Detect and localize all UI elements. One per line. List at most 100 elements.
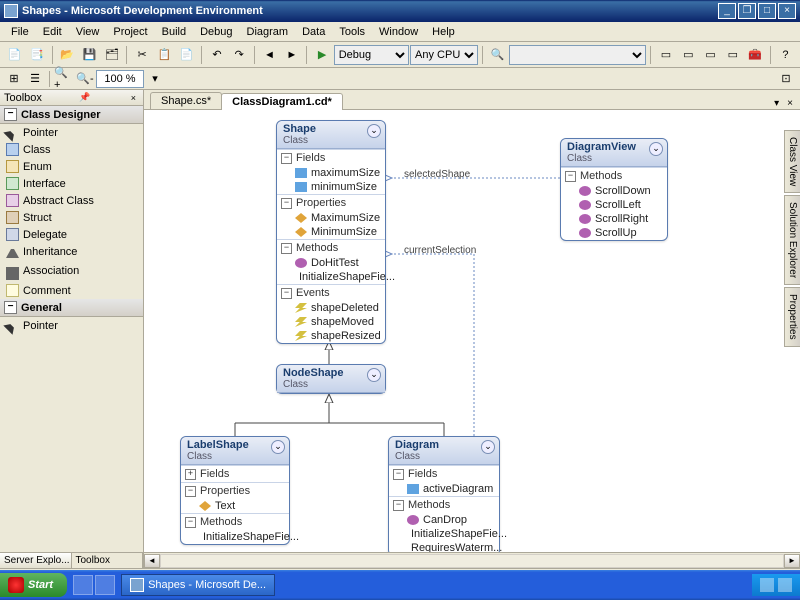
toolbox-cat-general[interactable]: General: [0, 299, 143, 317]
tab-shape-cs[interactable]: Shape.cs*: [150, 92, 222, 109]
system-tray[interactable]: [752, 574, 800, 596]
tab-classdiagram[interactable]: ClassDiagram1.cd*: [221, 93, 343, 110]
zoom-in-button[interactable]: 🔍+: [54, 69, 74, 89]
member-initializeshapefie-[interactable]: InitializeShapeFie...: [277, 270, 385, 284]
section-methods[interactable]: Methods: [389, 497, 499, 513]
h-scrollbar[interactable]: ◄ ►: [144, 552, 800, 568]
toolbox-item-class[interactable]: Class: [0, 141, 143, 158]
zoom-out-button[interactable]: 🔍-: [75, 69, 95, 89]
minimize-button[interactable]: _: [718, 3, 736, 19]
member-minimumsize[interactable]: minimumSize: [277, 180, 385, 194]
member-text[interactable]: Text: [181, 499, 289, 513]
member-shaperesized[interactable]: shapeResized: [277, 329, 385, 343]
toolbox-item-pointer[interactable]: Pointer: [0, 124, 143, 141]
member-maximumsize[interactable]: maximumSize: [277, 166, 385, 180]
menu-diagram[interactable]: Diagram: [240, 24, 296, 40]
section-methods[interactable]: Methods: [561, 168, 667, 184]
member-maximumsize[interactable]: MaximumSize: [277, 211, 385, 225]
toolbox-item-inheritance[interactable]: Inheritance: [0, 243, 143, 260]
menu-help[interactable]: Help: [425, 24, 462, 40]
menu-window[interactable]: Window: [372, 24, 425, 40]
menu-tools[interactable]: Tools: [332, 24, 372, 40]
quicklaunch-2[interactable]: [95, 575, 115, 595]
window4-button[interactable]: ▭: [722, 44, 743, 66]
tray-icon-2[interactable]: [778, 578, 792, 592]
tab-class-view[interactable]: Class View: [784, 130, 800, 193]
navigate-fwd-button[interactable]: ►: [281, 44, 302, 66]
toolbox-item-association[interactable]: Association: [0, 260, 143, 282]
member-scrolldown[interactable]: ScrollDown: [561, 184, 667, 198]
restore-button[interactable]: ❐: [738, 3, 756, 19]
tab-solution-explorer[interactable]: Solution Explorer: [784, 195, 800, 285]
window2-button[interactable]: ▭: [678, 44, 699, 66]
tab-server-explorer[interactable]: Server Explo...: [0, 553, 72, 568]
window1-button[interactable]: ▭: [655, 44, 676, 66]
tab-close-button[interactable]: ×: [784, 98, 796, 109]
toolbox-button[interactable]: 🧰: [745, 44, 766, 66]
member-scrollup[interactable]: ScrollUp: [561, 226, 667, 240]
open-button[interactable]: 📂: [57, 44, 78, 66]
start-button[interactable]: Start: [0, 573, 67, 597]
tray-icon-1[interactable]: [760, 578, 774, 592]
redo-button[interactable]: ↷: [229, 44, 250, 66]
member-scrollleft[interactable]: ScrollLeft: [561, 198, 667, 212]
menu-edit[interactable]: Edit: [36, 24, 69, 40]
section-properties[interactable]: Properties: [181, 483, 289, 499]
member-activediagram[interactable]: activeDiagram: [389, 482, 499, 496]
add-item-button[interactable]: 📑: [26, 44, 47, 66]
class-diagramview[interactable]: DiagramViewClass⌄MethodsScrollDownScroll…: [560, 138, 668, 241]
menu-build[interactable]: Build: [155, 24, 193, 40]
class-diagram[interactable]: DiagramClass⌄FieldsactiveDiagramMethodsC…: [388, 436, 500, 552]
menu-view[interactable]: View: [69, 24, 107, 40]
class-shape[interactable]: ShapeClass⌄FieldsmaximumSizeminimumSizeP…: [276, 120, 386, 344]
start-debug-button[interactable]: ▶: [311, 44, 332, 66]
toolbox-item-pointer[interactable]: Pointer: [0, 317, 143, 334]
member-shapedeleted[interactable]: shapeDeleted: [277, 301, 385, 315]
member-requireswaterm-[interactable]: RequiresWaterm...: [389, 541, 499, 552]
maximize-button[interactable]: □: [758, 3, 776, 19]
section-events[interactable]: Events: [277, 285, 385, 301]
member-initializeshapefie-[interactable]: InitializeShapeFie...: [389, 527, 499, 541]
paste-button[interactable]: 📄: [176, 44, 197, 66]
member-minimumsize[interactable]: MinimumSize: [277, 225, 385, 239]
rollup-icon[interactable]: ⌄: [271, 440, 285, 454]
toolbox-close-button[interactable]: ×: [128, 93, 139, 103]
tab-dropdown-button[interactable]: ▾: [771, 98, 782, 109]
window3-button[interactable]: ▭: [700, 44, 721, 66]
find-button[interactable]: 🔍: [487, 44, 508, 66]
config-select[interactable]: Debug: [334, 45, 409, 65]
cut-button[interactable]: ✂: [131, 44, 152, 66]
section-properties[interactable]: Properties: [277, 195, 385, 211]
close-button[interactable]: ×: [778, 3, 796, 19]
tab-properties[interactable]: Properties: [784, 287, 800, 347]
toolbox-cat-class-designer[interactable]: Class Designer: [0, 106, 143, 124]
rollup-icon[interactable]: ⌄: [649, 142, 663, 156]
new-project-button[interactable]: 📄: [4, 44, 25, 66]
taskbar-app-button[interactable]: Shapes - Microsoft De...: [121, 574, 275, 596]
group-button[interactable]: ⊞: [4, 69, 24, 89]
toolbox-item-struct[interactable]: Struct: [0, 209, 143, 226]
section-fields[interactable]: Fields: [389, 466, 499, 482]
toolbox-item-abstract-class[interactable]: Abstract Class: [0, 192, 143, 209]
help-button[interactable]: ?: [775, 44, 796, 66]
section-fields[interactable]: Fields: [277, 150, 385, 166]
quicklaunch-1[interactable]: [73, 575, 93, 595]
zoom-dropdown[interactable]: ▾: [145, 69, 165, 89]
member-initializeshapefie-[interactable]: InitializeShapeFie...: [181, 530, 289, 544]
member-dohittest[interactable]: DoHitTest: [277, 256, 385, 270]
copy-button[interactable]: 📋: [154, 44, 175, 66]
fit-button[interactable]: ⊡: [776, 69, 796, 89]
find-select[interactable]: [509, 45, 646, 65]
menu-data[interactable]: Data: [295, 24, 332, 40]
toolbox-item-enum[interactable]: Enum: [0, 158, 143, 175]
navigate-back-button[interactable]: ◄: [259, 44, 280, 66]
menu-project[interactable]: Project: [106, 24, 154, 40]
class-nodeshape[interactable]: NodeShapeClass⌄: [276, 364, 386, 394]
section-methods[interactable]: Methods: [277, 240, 385, 256]
save-button[interactable]: 💾: [79, 44, 100, 66]
undo-button[interactable]: ↶: [206, 44, 227, 66]
members-button[interactable]: ☰: [25, 69, 45, 89]
section-fields[interactable]: Fields: [181, 466, 289, 482]
section-methods[interactable]: Methods: [181, 514, 289, 530]
diagram-canvas[interactable]: selectedShape currentSelection ShapeClas…: [144, 110, 800, 552]
